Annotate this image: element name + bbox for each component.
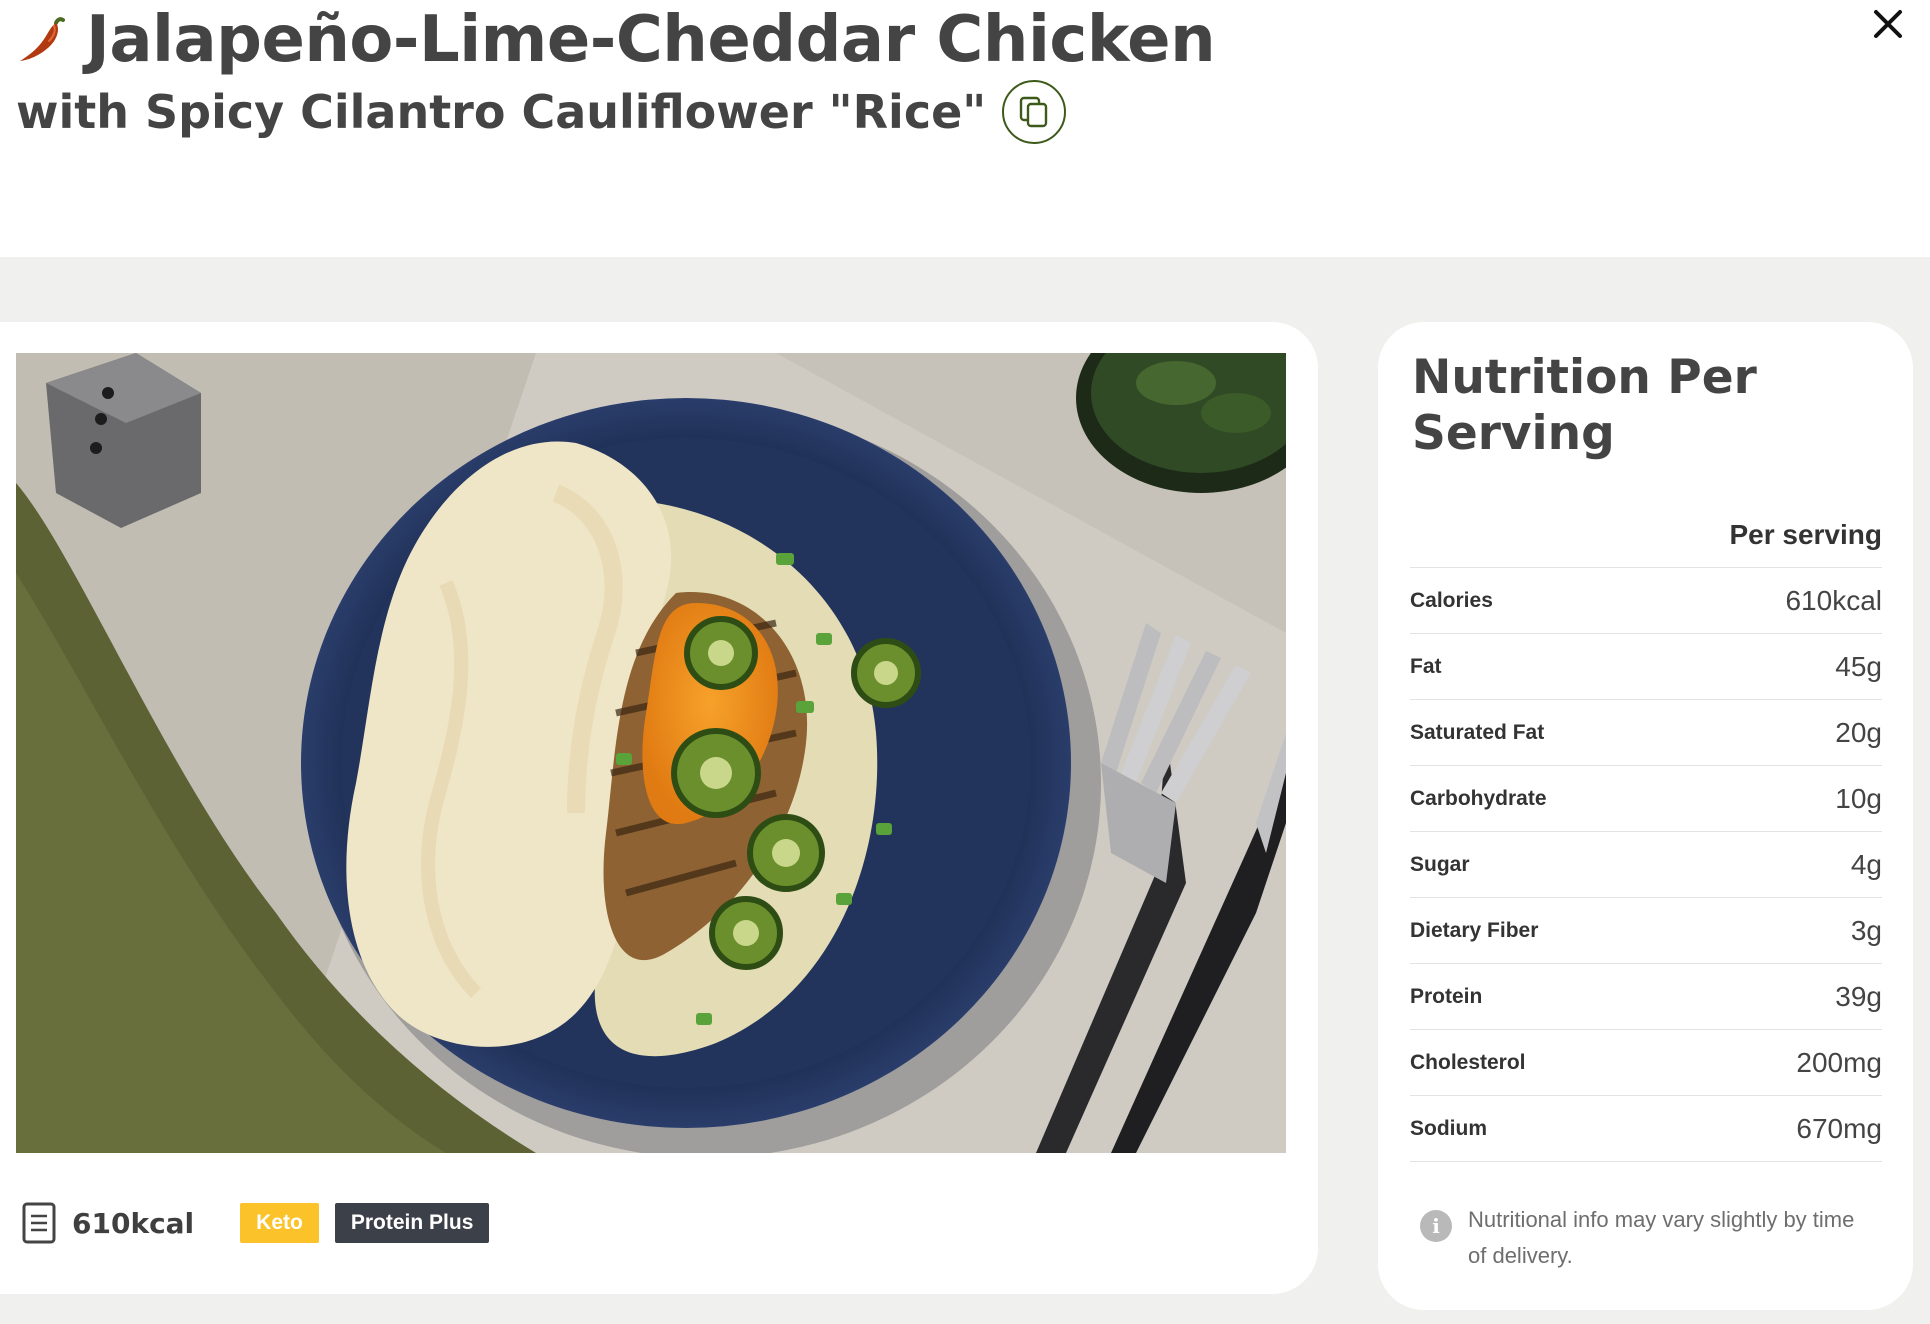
nutrient-name: Carbohydrate <box>1410 786 1547 810</box>
nutrition-row-fat: Fat 45g <box>1410 634 1882 700</box>
nutrition-row-calories: Calories 610kcal <box>1410 568 1882 634</box>
nutrient-value: 610kcal <box>1785 584 1882 616</box>
copy-button[interactable] <box>1002 80 1067 144</box>
close-icon <box>1874 10 1902 38</box>
nutrient-value: 20g <box>1835 716 1882 748</box>
nutrition-row-carbohydrate: Carbohydrate 10g <box>1410 766 1882 832</box>
nutrient-value: 200mg <box>1796 1046 1882 1078</box>
recipe-subtitle: with Spicy Cilantro Cauliflower "Rice" <box>16 85 987 139</box>
nutrition-column-header: Per serving <box>1410 502 1882 568</box>
nutrition-row-protein: Protein 39g <box>1410 964 1882 1030</box>
nutrient-name: Saturated Fat <box>1410 720 1545 744</box>
nutrient-value: 45g <box>1835 650 1882 682</box>
nutrition-table: Per serving Calories 610kcal Fat 45g Sat… <box>1410 502 1882 1162</box>
nutrient-name: Sodium <box>1410 1116 1487 1140</box>
recipe-header: Jalapeño-Lime-Cheddar Chicken with Spicy… <box>0 0 1930 257</box>
info-icon: i <box>1420 1210 1452 1242</box>
nutrition-disclaimer: i Nutritional info may vary slightly by … <box>1420 1202 1860 1274</box>
nutrition-row-dietary-fiber: Dietary Fiber 3g <box>1410 898 1882 964</box>
nutrient-name: Calories <box>1410 588 1493 612</box>
copy-icon <box>1020 96 1048 128</box>
nutrient-value: 4g <box>1850 848 1882 880</box>
nutrition-row-cholesterol: Cholesterol 200mg <box>1410 1030 1882 1096</box>
calories-value: 610kcal <box>72 1206 195 1240</box>
recipe-photo <box>16 353 1286 1153</box>
nutrition-row-sodium: Sodium 670mg <box>1410 1096 1882 1162</box>
recipe-title: Jalapeño-Lime-Cheddar Chicken <box>86 3 1216 77</box>
nutrient-name: Dietary Fiber <box>1410 918 1539 942</box>
nutrient-name: Fat <box>1410 654 1442 678</box>
nutrition-title: Nutrition Per Serving <box>1412 350 1757 461</box>
nutrient-name: Protein <box>1410 984 1483 1008</box>
nutrient-value: 10g <box>1835 782 1882 814</box>
nutrient-value: 3g <box>1850 914 1882 946</box>
nutrition-row-sugar: Sugar 4g <box>1410 832 1882 898</box>
recipe-image-card: 610kcal Keto Protein Plus <box>0 322 1318 1294</box>
chili-pepper-icon <box>16 14 68 66</box>
subtitle-row: with Spicy Cilantro Cauliflower "Rice" <box>16 80 1067 144</box>
nutrient-value: 670mg <box>1796 1112 1882 1144</box>
nutrient-value: 39g <box>1835 980 1882 1012</box>
recipe-card-icon <box>22 1202 56 1244</box>
nutrient-name: Cholesterol <box>1410 1050 1526 1074</box>
tag-keto: Keto <box>240 1203 319 1243</box>
tag-protein-plus: Protein Plus <box>334 1203 490 1243</box>
recipe-detail-main: 610kcal Keto Protein Plus Nutrition Per … <box>0 257 1930 1324</box>
disclaimer-text: Nutritional info may vary slightly by ti… <box>1468 1207 1855 1268</box>
close-button[interactable] <box>1868 4 1908 44</box>
nutrient-name: Sugar <box>1410 852 1470 876</box>
nutrition-row-saturated-fat: Saturated Fat 20g <box>1410 700 1882 766</box>
nutrition-card: Nutrition Per Serving Per serving Calori… <box>1378 322 1913 1310</box>
recipe-meta-row: 610kcal Keto Protein Plus <box>22 1202 505 1244</box>
title-row: Jalapeño-Lime-Cheddar Chicken <box>16 3 1216 77</box>
